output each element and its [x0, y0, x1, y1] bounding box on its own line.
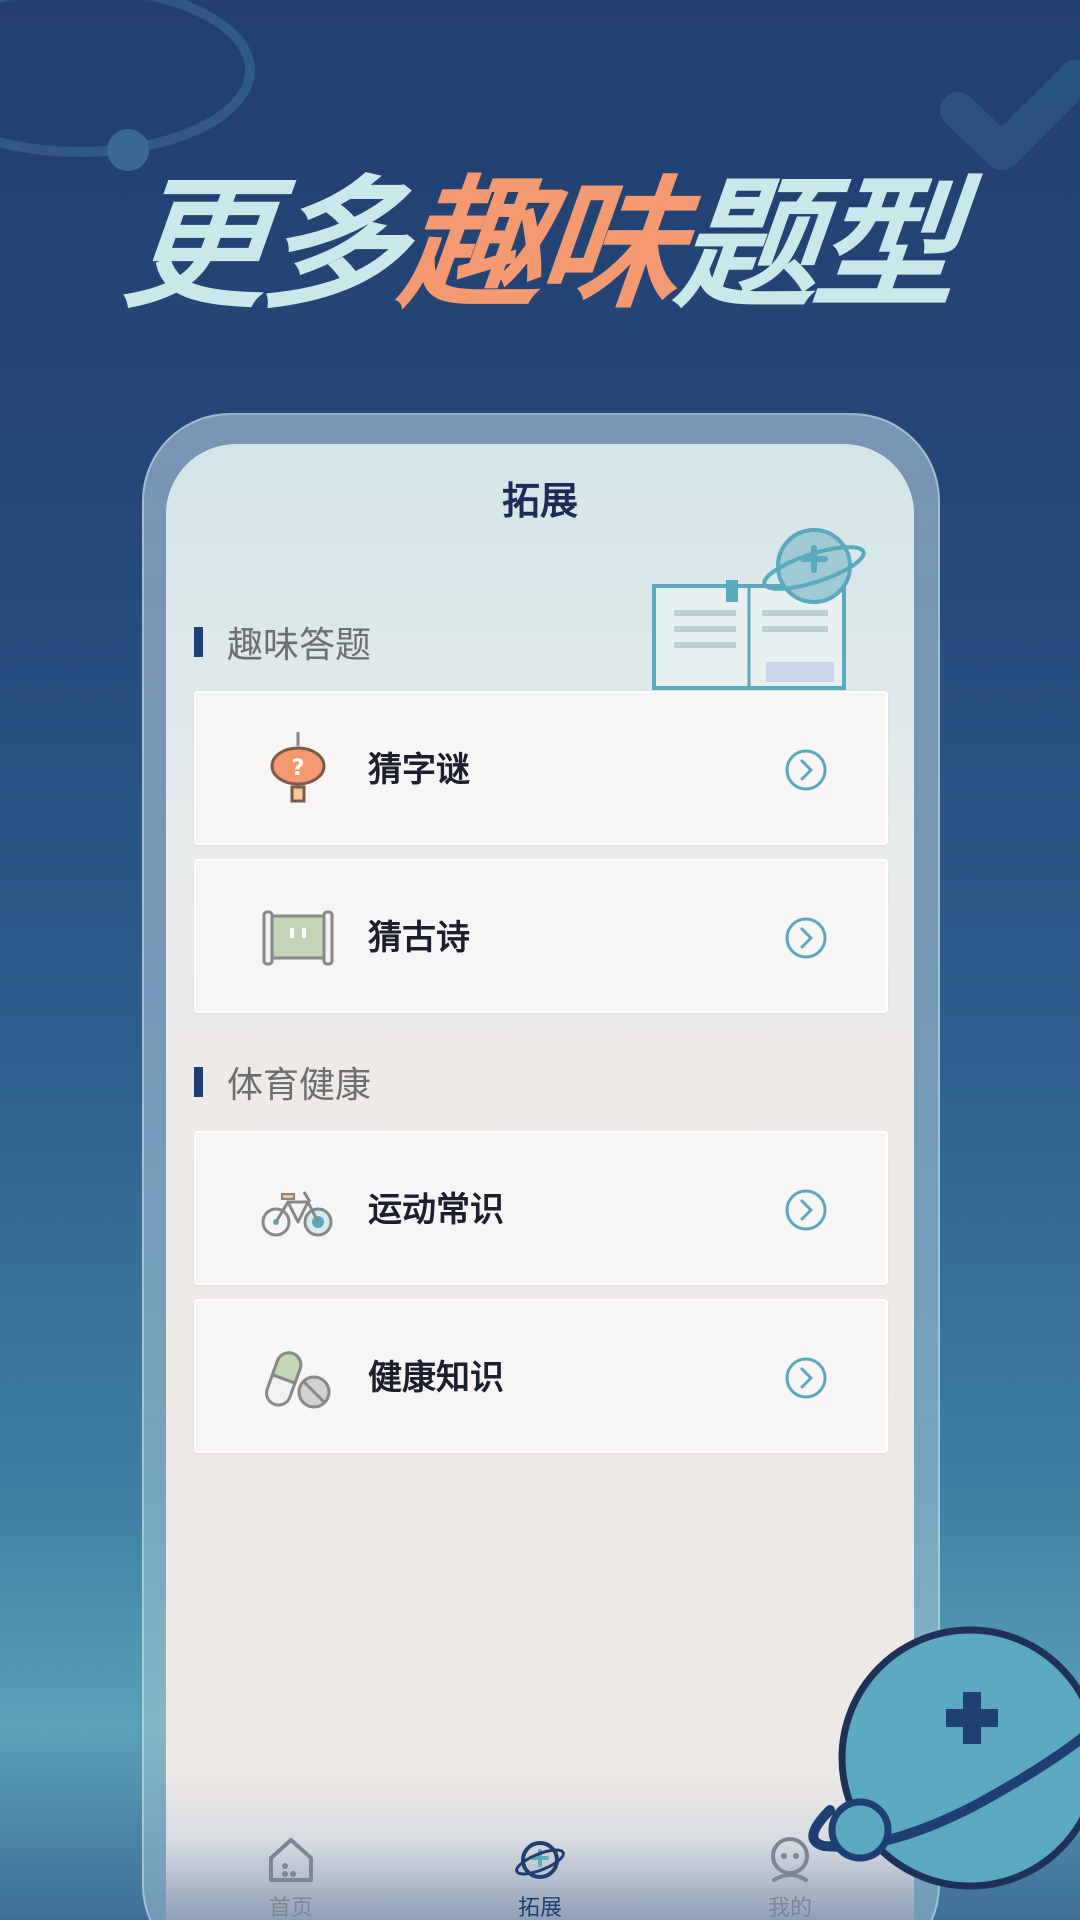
- bicycle-icon: [261, 1191, 333, 1237]
- headline-part1: 更多: [117, 163, 411, 328]
- headline: 更多趣味题型: [0, 163, 1080, 328]
- item-label: 猜古诗: [368, 918, 470, 958]
- list-item-riddle[interactable]: ? 猜字谜: [194, 691, 888, 845]
- section-label: 趣味答题: [227, 625, 372, 666]
- list-item-poem[interactable]: 猜古诗: [194, 859, 888, 1013]
- planet-badge-icon: [808, 1626, 1080, 1890]
- book-planet-illustration-icon: [652, 528, 866, 690]
- tab-label: 首页: [268, 1896, 313, 1920]
- scroll-icon: [262, 910, 334, 966]
- tab-home[interactable]: 首页: [231, 1834, 351, 1920]
- list-item-sports[interactable]: 运动常识: [194, 1131, 888, 1285]
- planet-icon: [515, 1841, 565, 1879]
- home-icon: [269, 1838, 313, 1882]
- item-label: 猜字谜: [368, 750, 470, 790]
- svg-text:?: ?: [292, 756, 305, 781]
- tab-label: 拓展: [517, 1896, 562, 1920]
- orbit-decoration-icon: [0, 0, 255, 171]
- page-title: 拓展: [501, 479, 578, 523]
- item-label: 运动常识: [368, 1190, 504, 1230]
- section-label: 体育健康: [227, 1065, 372, 1106]
- item-label: 健康知识: [368, 1358, 504, 1398]
- section-marker: [194, 627, 203, 657]
- pills-icon: [265, 1351, 331, 1409]
- lantern-icon: ?: [270, 732, 326, 803]
- checkmark-decoration-icon: [940, 60, 1080, 170]
- section-marker: [194, 1067, 203, 1097]
- chevron-right-circle-icon[interactable]: [784, 1356, 828, 1400]
- section-fun-quiz: 趣味答题: [194, 616, 371, 668]
- section-sports-health: 体育健康: [194, 1056, 371, 1108]
- chevron-right-circle-icon[interactable]: [784, 748, 828, 792]
- list-item-health[interactable]: 健康知识: [194, 1299, 888, 1453]
- headline-highlight: 趣味: [393, 163, 687, 328]
- chevron-right-circle-icon[interactable]: [784, 1188, 828, 1232]
- headline-part3: 题型: [669, 163, 963, 328]
- chevron-right-circle-icon[interactable]: [784, 916, 828, 960]
- tab-expand[interactable]: 拓展: [480, 1834, 600, 1920]
